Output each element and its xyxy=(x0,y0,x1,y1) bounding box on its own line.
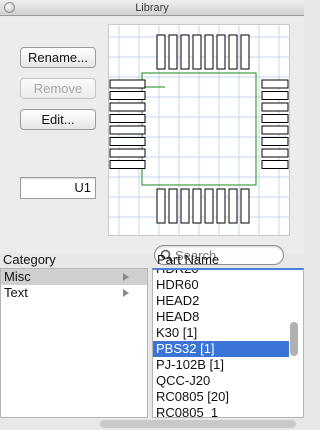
part-item[interactable]: PJ-102B [1] xyxy=(153,357,289,373)
scrollbar-thumb[interactable] xyxy=(290,322,298,356)
part-name-header: Part Name xyxy=(157,252,220,267)
category-item-misc[interactable]: Misc xyxy=(1,269,147,285)
pad xyxy=(261,160,289,169)
part-item[interactable]: RC0805 [20] xyxy=(153,389,289,405)
pad xyxy=(109,114,146,123)
remove-button[interactable]: Remove xyxy=(20,78,96,99)
edit-button[interactable]: Edit... xyxy=(20,109,96,130)
details-panel: Rename... Remove Edit... U1 xyxy=(0,17,304,265)
part-item[interactable]: HDR20 xyxy=(153,270,289,277)
pad xyxy=(168,34,178,70)
part-item[interactable]: HEAD2 xyxy=(153,293,289,309)
pad xyxy=(204,34,214,70)
category-label: Misc xyxy=(4,269,31,284)
category-label: Text xyxy=(4,285,28,300)
part-item[interactable]: RC0805_1 xyxy=(153,405,289,417)
pad xyxy=(109,91,146,100)
pad xyxy=(204,188,214,224)
pad xyxy=(109,160,146,169)
pad xyxy=(192,34,202,70)
pad xyxy=(261,102,289,112)
part-item[interactable]: HEAD8 xyxy=(153,309,289,325)
pad xyxy=(261,137,289,146)
part-item[interactable]: PBS32 [1] xyxy=(153,341,289,357)
pad xyxy=(156,188,166,224)
part-item[interactable]: K30 [1] xyxy=(153,325,289,341)
window-titlebar: Library xyxy=(0,0,304,16)
part-preview xyxy=(108,24,290,236)
pad xyxy=(261,148,289,158)
pad xyxy=(240,34,250,70)
part-list-scrollbar[interactable] xyxy=(289,270,299,418)
pad xyxy=(180,34,190,70)
part-name-list[interactable]: HDR20 HDR60 HEAD2 HEAD8 K30 [1] PBS32 [1… xyxy=(152,268,304,418)
pad xyxy=(261,79,289,89)
pad xyxy=(261,91,289,100)
window-title: Library xyxy=(135,2,169,14)
pad xyxy=(109,79,146,89)
chevron-right-icon xyxy=(123,289,129,297)
pad xyxy=(180,188,190,224)
reference-field[interactable]: U1 xyxy=(20,177,96,199)
horizontal-scrollbar[interactable] xyxy=(100,420,296,428)
pad xyxy=(261,114,289,123)
pad xyxy=(228,188,238,224)
part-item[interactable]: QCC-J20 xyxy=(153,373,289,389)
pad xyxy=(216,188,226,224)
pad xyxy=(109,137,146,146)
category-list[interactable]: Misc Text xyxy=(0,268,148,418)
pad xyxy=(240,188,250,224)
pad xyxy=(192,188,202,224)
category-item-text[interactable]: Text xyxy=(1,285,147,301)
pad xyxy=(156,34,166,70)
pad xyxy=(216,34,226,70)
pad xyxy=(109,102,146,112)
category-header: Category xyxy=(3,252,56,267)
rename-button[interactable]: Rename... xyxy=(20,47,96,68)
close-icon[interactable] xyxy=(4,2,15,13)
pad xyxy=(109,125,146,135)
pad xyxy=(109,148,146,158)
pad xyxy=(228,34,238,70)
chevron-right-icon xyxy=(123,273,129,281)
pad xyxy=(168,188,178,224)
footprint-drawing xyxy=(109,25,289,235)
pad xyxy=(261,125,289,135)
part-item[interactable]: HDR60 xyxy=(153,277,289,293)
